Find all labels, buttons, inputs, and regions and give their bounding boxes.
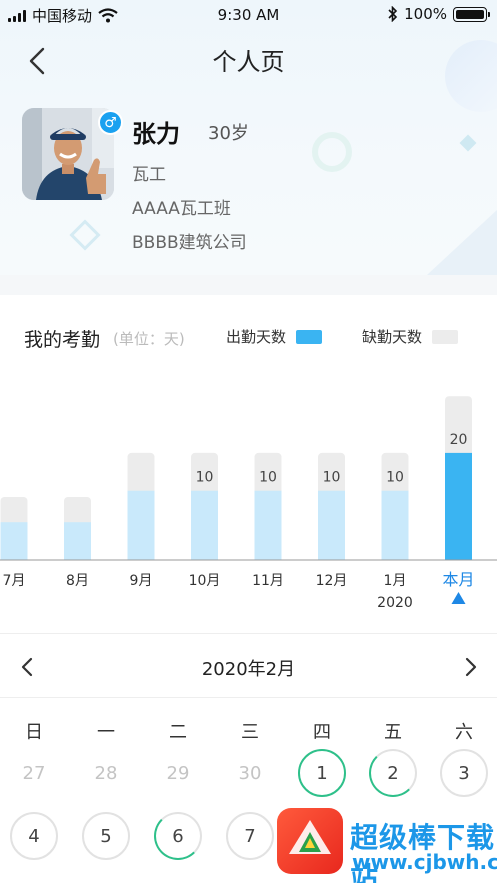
worker-name: 张力 <box>132 120 180 148</box>
x-axis-label: 7月 <box>3 573 26 589</box>
x-axis-label: 1月 <box>384 573 407 589</box>
section-divider <box>0 275 497 295</box>
calendar-day[interactable]: 3 <box>440 749 488 797</box>
calendar-month-title: 2020年2月 <box>201 659 296 680</box>
weekday-label: 二 <box>169 722 187 743</box>
x-axis-label: 本月 <box>442 570 474 589</box>
page-title: 个人页 <box>212 48 285 76</box>
decor-diamond-small <box>459 134 477 152</box>
legend-present: 出勤天数 <box>226 326 323 347</box>
bar-present[interactable] <box>0 522 28 560</box>
calendar-day[interactable]: 7 <box>226 812 274 860</box>
bar-present[interactable] <box>445 452 472 560</box>
legend-present-label: 出勤天数 <box>226 328 287 346</box>
profile-header: 中国移动 9:30 AM 100% 个人页 ♂ 张力 30岁 瓦工 AAAA瓦工… <box>0 0 497 275</box>
next-month-arrow-icon[interactable] <box>458 654 482 680</box>
weekday-label: 日 <box>25 722 43 743</box>
worker-age: 30岁 <box>208 123 249 144</box>
decor-diamond <box>69 219 101 251</box>
legend-absent-label: 缺勤天数 <box>362 328 423 346</box>
watermark-logo <box>277 808 343 874</box>
bar-present[interactable] <box>254 490 282 560</box>
weekday-label: 三 <box>241 722 259 743</box>
bar-value-label: 10 <box>196 470 214 486</box>
attendance-unit: (单位：天) <box>113 330 185 348</box>
decor-triangle <box>427 210 497 275</box>
calendar-day[interactable]: 5 <box>82 812 130 860</box>
bar-present[interactable] <box>191 490 218 560</box>
battery-icon <box>453 6 490 22</box>
calendar-day[interactable]: 27 <box>10 749 58 797</box>
bar-present[interactable] <box>127 490 155 560</box>
bar-value-label: 10 <box>259 470 277 486</box>
calendar-day[interactable]: 6 <box>154 812 202 860</box>
calendar-day[interactable]: 1 <box>298 749 346 797</box>
worker-company: BBBB建筑公司 <box>132 233 247 253</box>
bluetooth-icon <box>388 6 398 22</box>
bar-present[interactable] <box>318 490 345 560</box>
bar-absent[interactable] <box>127 452 155 495</box>
attendance-bar-chart[interactable]: 7月 8月 9月1010月1011月1012月101月202020本月 <box>0 370 497 615</box>
weekday-label: 六 <box>455 722 473 743</box>
legend-present-swatch <box>296 329 323 344</box>
calendar-day[interactable]: 30 <box>226 749 274 797</box>
bar-value-label: 10 <box>323 470 341 486</box>
calendar-day[interactable]: 28 <box>82 749 130 797</box>
status-bar: 中国移动 9:30 AM 100% <box>0 0 497 30</box>
x-axis-label: 8月 <box>66 573 89 589</box>
bar-absent[interactable] <box>0 497 28 527</box>
watermark-url: www.cjbwh.com <box>352 850 497 874</box>
bar-present[interactable] <box>381 490 409 560</box>
decor-ring <box>312 132 352 172</box>
bar-present[interactable] <box>64 522 91 560</box>
attendance-title: 我的考勤 <box>24 329 101 351</box>
current-month-marker-icon <box>451 592 466 604</box>
bar-value-label: 20 <box>450 432 468 448</box>
bar-value-label: 10 <box>386 470 404 486</box>
weekday-label: 四 <box>313 722 331 743</box>
weekday-label: 一 <box>97 722 115 743</box>
worker-trade: 瓦工 <box>132 165 166 185</box>
weekday-label: 五 <box>384 722 402 743</box>
personal-page: 中国移动 9:30 AM 100% 个人页 ♂ 张力 30岁 瓦工 AAAA瓦工… <box>0 0 497 883</box>
calendar-day[interactable]: 4 <box>10 812 58 860</box>
calendar-day[interactable]: 2 <box>369 749 417 797</box>
divider <box>0 697 497 698</box>
legend-absent-swatch <box>432 329 459 344</box>
x-axis-label: 12月 <box>316 573 348 589</box>
bar-absent[interactable] <box>64 497 91 527</box>
x-axis-label: 9月 <box>130 573 153 589</box>
battery-percent: 100% <box>404 5 447 23</box>
x-axis-label: 11月 <box>252 573 284 589</box>
x-axis-label: 10月 <box>189 573 221 589</box>
divider <box>0 633 497 634</box>
nav-bar: 个人页 <box>0 38 497 82</box>
calendar-day[interactable]: 29 <box>154 749 202 797</box>
legend-absent: 缺勤天数 <box>362 326 459 347</box>
x-axis-sublabel: 2020 <box>377 595 413 611</box>
worker-team: AAAA瓦工班 <box>132 199 231 219</box>
gender-male-icon: ♂ <box>98 110 123 135</box>
